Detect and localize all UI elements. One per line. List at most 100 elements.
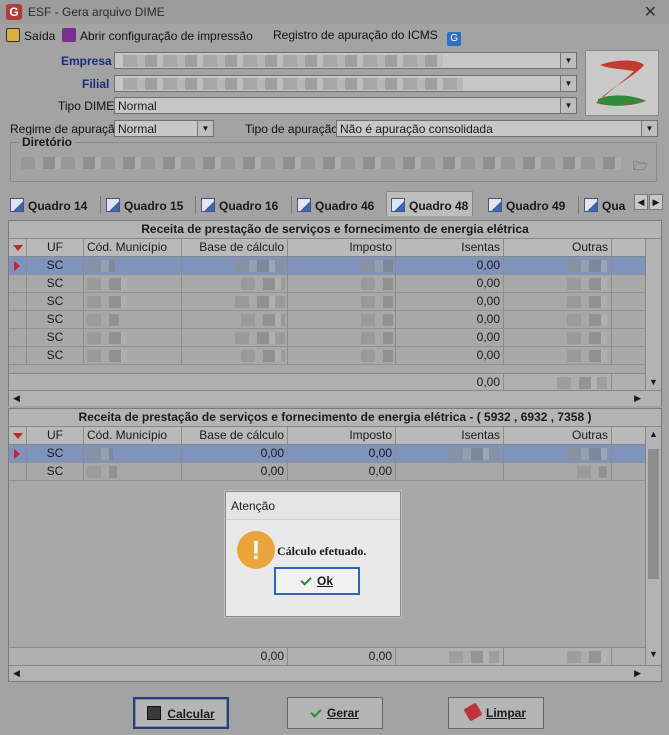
toolbar: Saída Abrir configuração de impressão Re… [0,24,669,46]
tab-label: Quadro 14 [28,199,88,213]
table-row[interactable]: SC 0,00 [9,347,661,365]
col-isentas[interactable]: Isentas [396,239,504,256]
cell-imposto-redacted [288,329,396,347]
dialog-message: Cálculo efetuado. [277,544,367,558]
folder-open-icon[interactable]: 🗁 [633,157,648,178]
grid2-hscroll[interactable]: ◀ ▶ [9,665,661,681]
tab-quadro-48[interactable]: Quadro 48 [386,191,474,216]
grid1-title: Receita de prestação de serviços e forne… [9,221,661,239]
col-uf[interactable]: UF [27,239,84,256]
filial-select[interactable]: ▼ [114,75,577,92]
table-row[interactable]: SC 0,00 [9,275,661,293]
cell-base-redacted [182,293,288,311]
col-cod-municipio[interactable]: Cód. Município [84,239,182,256]
cell-isentas: 0,00 [396,329,504,347]
scroll-down-icon[interactable]: ▼ [646,377,661,387]
limpar-button[interactable]: Limpar [448,697,544,729]
chevron-down-icon: ▼ [560,98,576,113]
tipo-apuracao-select[interactable]: Não é apuração consolidada ▼ [336,120,658,137]
exit-door-icon [6,28,20,42]
scroll-down-icon[interactable]: ▼ [646,649,661,659]
col-cod-municipio[interactable]: Cód. Município [84,427,182,444]
col-imposto[interactable]: Imposto [288,427,396,444]
scroll-right-icon[interactable]: ▶ [634,393,641,404]
row-indicator [9,311,27,329]
col-outras[interactable]: Outras [504,239,612,256]
tab-quadro-49[interactable]: Quadro 49 [488,194,565,216]
filial-label: Filial [82,77,110,91]
calcular-button[interactable]: Calcular [133,697,229,729]
row-indicator [9,329,27,347]
cell-uf: SC [27,445,84,463]
cell-cod-municipio-redacted [84,463,182,481]
close-button[interactable]: ✕ [644,2,657,22]
tab-quadro-16[interactable]: Quadro 16 [201,194,278,216]
print-config-button[interactable]: Abrir configuração de impressão [62,28,253,43]
row-indicator [9,463,27,481]
tab-scroll-right-icon[interactable]: ▶ [649,194,663,210]
col-base-calculo[interactable]: Base de cálculo [182,239,288,256]
row-indicator [9,445,27,463]
table-row[interactable]: SC 0,00 [9,329,661,347]
scroll-up-icon[interactable]: ▲ [646,429,661,439]
cell-outras-redacted [504,329,612,347]
empresa-select[interactable]: ▼ [114,52,577,69]
edit-doc-icon [201,198,215,212]
table-row[interactable]: SC 0,00 0,00 [9,463,661,481]
table-row[interactable]: SC 0,00 [9,293,661,311]
scroll-left-icon[interactable]: ◀ [13,393,20,404]
tipo-apuracao-label: Tipo de apuração [245,122,338,136]
tab-scroll-left-icon[interactable]: ◀ [634,194,648,210]
table-row[interactable]: SC 0,00 [9,311,661,329]
diretorio-input[interactable] [17,155,627,172]
cell-uf: SC [27,329,84,347]
tab-quadro-15[interactable]: Quadro 15 [106,194,183,216]
empresa-redacted [123,55,443,67]
gerar-button[interactable]: Gerar [287,697,383,729]
chevron-down-icon: ▼ [197,121,213,136]
tab-quadro-more[interactable]: Qua [584,194,636,216]
cell-outras-redacted [504,257,612,275]
icms-register-button[interactable]: Registro de apuração do ICMS G [273,28,465,46]
scroll-thumb[interactable] [648,449,659,579]
tab-label: Quadro 46 [315,199,375,213]
icms-register-label: Registro de apuração do ICMS [273,28,438,42]
col-uf[interactable]: UF [27,427,84,444]
col-outras[interactable]: Outras [504,427,612,444]
tab-quadro-46[interactable]: Quadro 46 [297,194,374,216]
row-indicator [9,347,27,365]
cell-outras-redacted [504,275,612,293]
cell-isentas: 0,00 [396,275,504,293]
col-imposto[interactable]: Imposto [288,239,396,256]
tipo-dime-select[interactable]: Normal ▼ [114,97,577,114]
cell-outras-redacted [504,293,612,311]
warning-icon: ! [237,531,275,569]
logo-swoosh-icon [596,60,646,106]
grid2-vscroll[interactable]: ▲ ▼ [645,427,661,665]
scroll-left-icon[interactable]: ◀ [13,668,20,679]
tab-separator [291,196,292,214]
scroll-right-icon[interactable]: ▶ [634,668,641,679]
tipo-apuracao-value: Não é apuração consolidada [340,122,493,136]
regime-select[interactable]: Normal ▼ [114,120,214,137]
exit-button[interactable]: Saída [6,28,55,43]
edit-doc-icon [297,198,311,212]
table-row[interactable]: SC 0,00 0,00 [9,445,661,463]
grid1-hscroll[interactable]: ◀ ▶ [9,390,661,406]
sort-down-icon [13,433,23,439]
eraser-icon [463,702,483,722]
cell-uf: SC [27,347,84,365]
tab-quadro-14[interactable]: Quadro 14 [10,194,87,216]
tipo-dime-label: Tipo DIME [58,99,115,113]
cell-outras-redacted [504,347,612,365]
row-indicator [9,293,27,311]
col-isentas[interactable]: Isentas [396,427,504,444]
cell-cod-municipio-redacted [84,293,182,311]
grid1-vscroll[interactable]: ▼ [645,239,661,391]
sort-indicator [9,239,27,257]
grid1-header: UF Cód. Município Base de cálculo Impost… [9,239,661,257]
ok-button[interactable]: Ok [274,567,360,595]
tab-label: Quadro 48 [409,199,469,213]
table-row[interactable]: SC 0,00 [9,257,661,275]
col-base-calculo[interactable]: Base de cálculo [182,427,288,444]
